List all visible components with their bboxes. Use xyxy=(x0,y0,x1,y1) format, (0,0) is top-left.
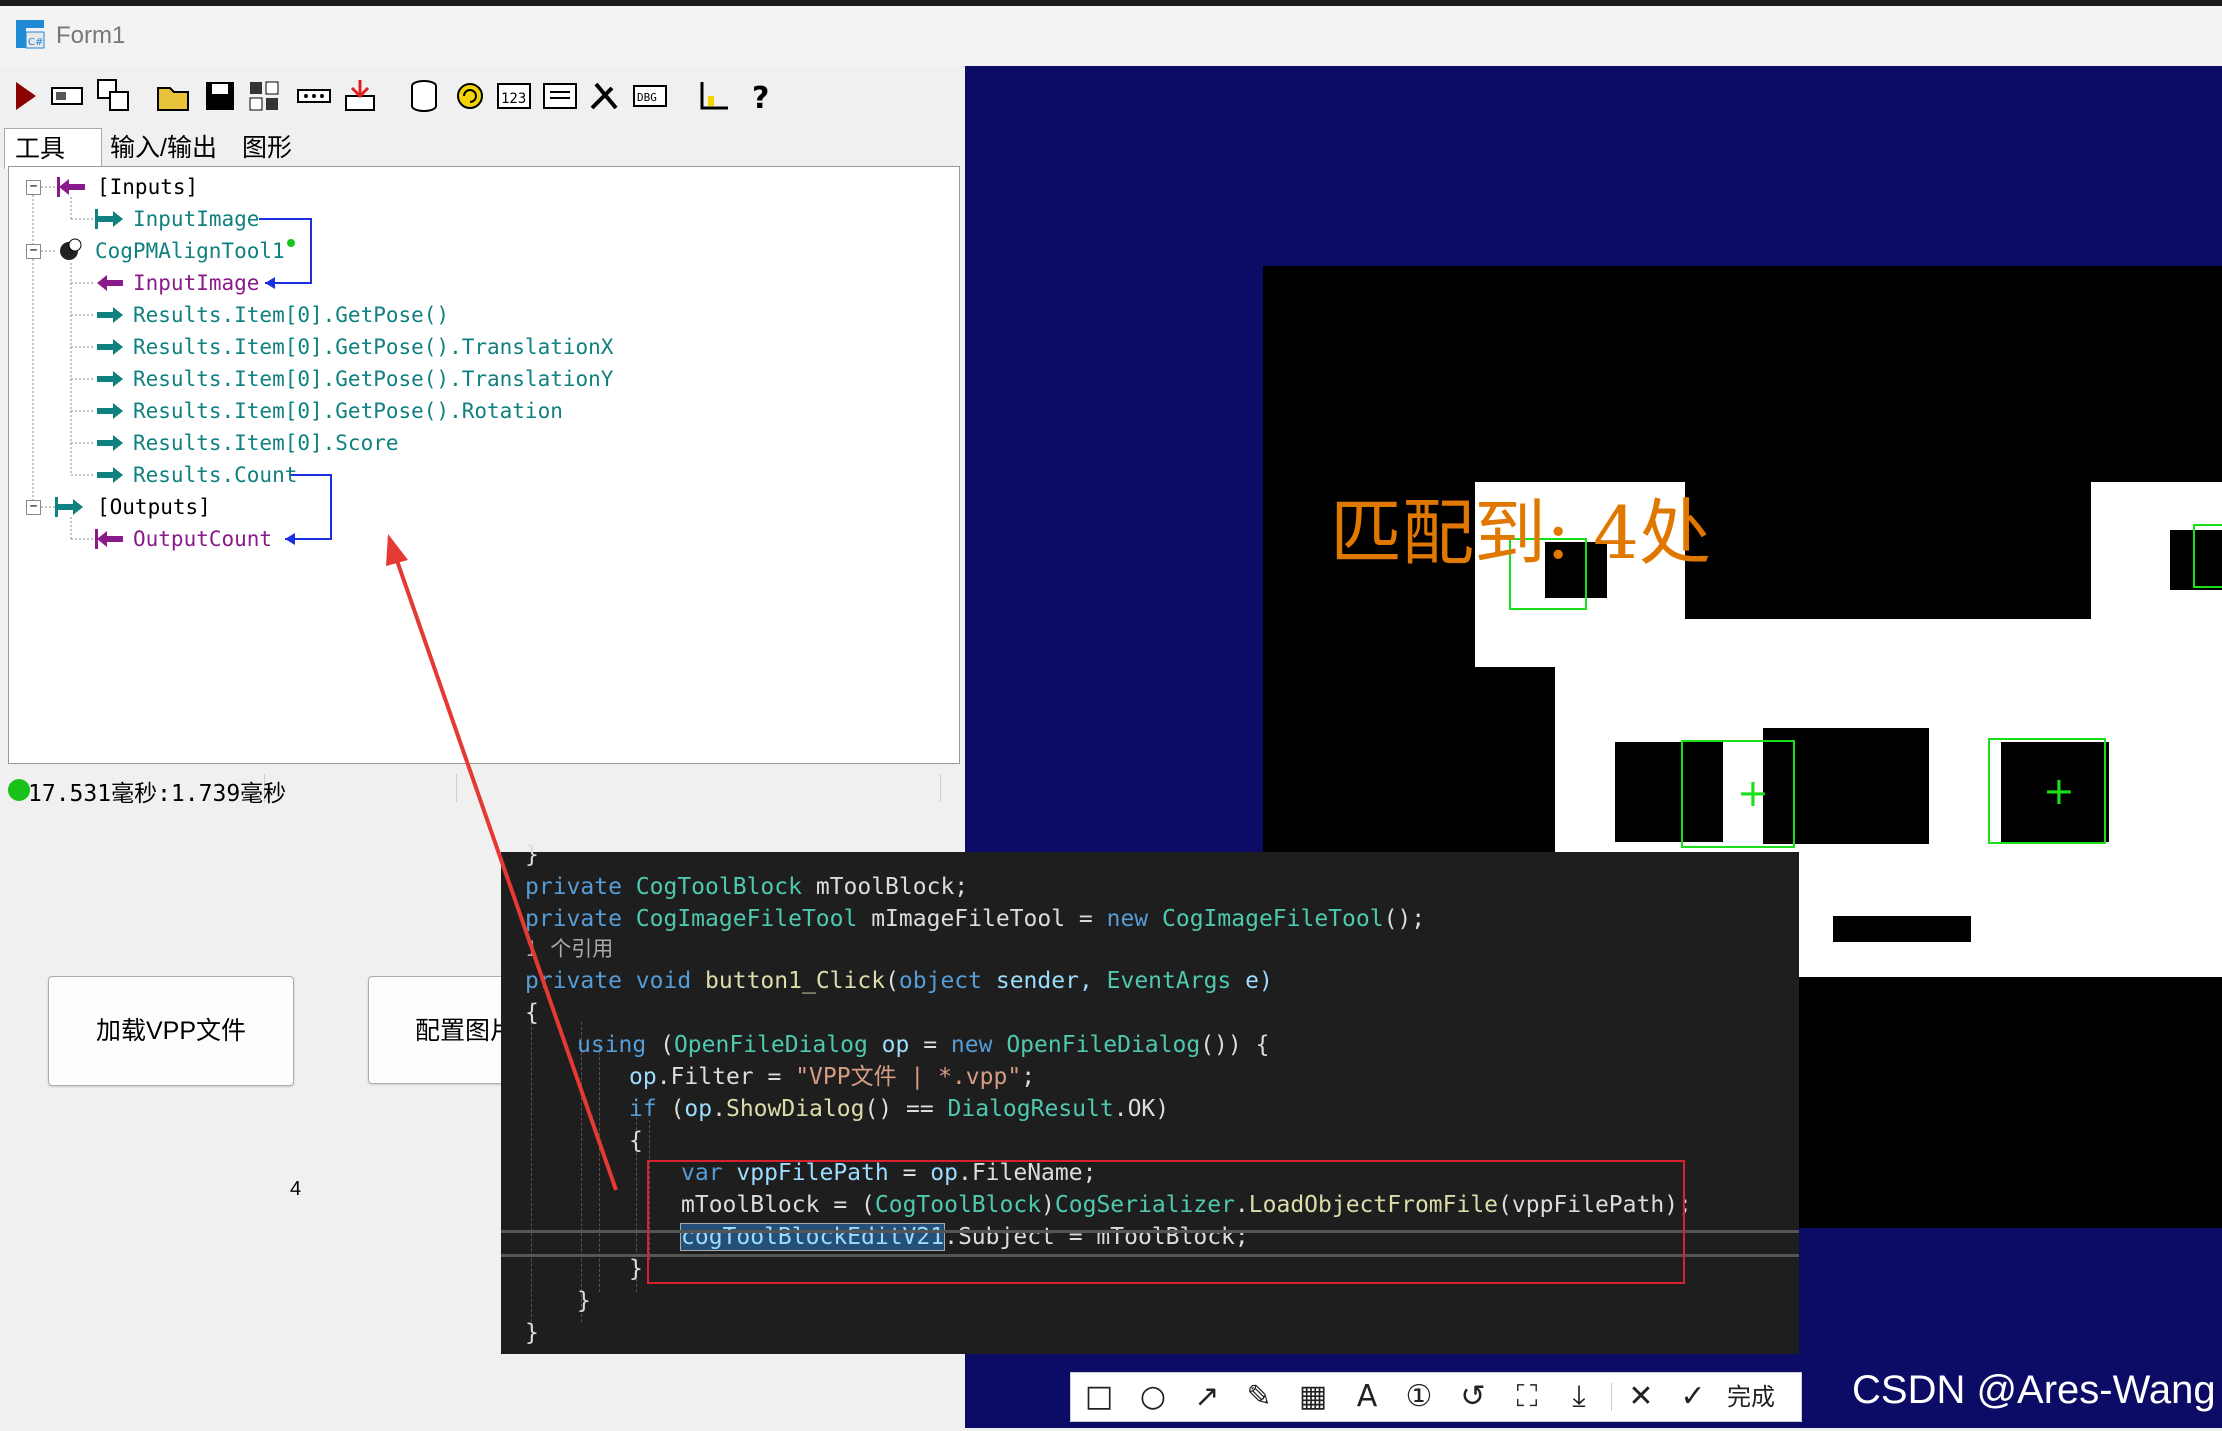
pen-tool-icon[interactable]: ✎ xyxy=(1241,1379,1277,1415)
text-tool-icon[interactable]: A xyxy=(1349,1379,1385,1415)
number-tool-icon[interactable]: ① xyxy=(1401,1379,1437,1415)
mosaic-tool-icon[interactable]: ▦ xyxy=(1295,1379,1331,1415)
watermark: CSDN @Ares-Wang xyxy=(1852,1368,2216,1412)
window-title: Form1 xyxy=(56,22,126,49)
tree-input-image[interactable]: InputImage xyxy=(133,205,259,233)
code-line: } xyxy=(629,1256,643,1282)
tree-inputs[interactable]: [Inputs] xyxy=(97,173,198,201)
count-label: 4 xyxy=(290,1178,302,1200)
svg-text:123: 123 xyxy=(501,91,526,107)
done-button[interactable]: 完成 xyxy=(1713,1379,1789,1415)
help-icon[interactable]: ? xyxy=(740,76,780,116)
undo-icon[interactable]: ↺ xyxy=(1455,1379,1491,1415)
code-line: op.Filter = "VPP文件 | *.vpp"; xyxy=(629,1064,1036,1090)
code-line: using (OpenFileDialog op = new OpenFileD… xyxy=(577,1032,1270,1058)
match-count-label: 匹配到: 4处 xyxy=(1330,491,1711,575)
refresh-icon[interactable] xyxy=(450,76,490,116)
match-box xyxy=(2193,524,2222,588)
app-icon: C# xyxy=(14,18,46,52)
tree-output-item[interactable]: Results.Item[0].Score xyxy=(133,429,399,457)
svg-text:DBG: DBG xyxy=(637,91,657,104)
match-center-icon: + xyxy=(2043,769,2075,813)
debug-icon[interactable]: DBG xyxy=(630,76,670,116)
tree-output-item[interactable]: Results.Item[0].GetPose().Rotation xyxy=(133,397,563,425)
annotation-arrow-icon xyxy=(386,534,618,1191)
code-line: } xyxy=(577,1288,591,1314)
tree-output-item[interactable]: Results.Item[0].GetPose().TranslationY xyxy=(133,365,613,393)
arrow-tool-icon[interactable]: ↗ xyxy=(1189,1379,1225,1415)
collapse-outputs-icon[interactable]: − xyxy=(26,500,41,515)
copy-icon[interactable] xyxy=(94,76,134,116)
ellipse-tool-icon[interactable]: ○ xyxy=(1135,1379,1171,1415)
collapse-tool-icon[interactable]: − xyxy=(26,244,41,259)
tree-output-item[interactable]: Results.Item[0].GetPose().TranslationX xyxy=(133,333,613,361)
tree-output-count[interactable]: OutputCount xyxy=(133,525,272,553)
black-region xyxy=(1833,916,1971,942)
dots-icon[interactable] xyxy=(294,76,334,116)
tree-output-item[interactable]: Results.Count xyxy=(133,461,297,489)
chart-icon[interactable] xyxy=(694,76,734,116)
save-icon[interactable] xyxy=(200,76,240,116)
status-indicator-icon xyxy=(8,779,30,801)
ocr-icon[interactable]: ⛶ xyxy=(1509,1379,1545,1415)
tab-tools[interactable]: 工具 xyxy=(4,128,102,169)
toolbar: 123 DBG ? xyxy=(0,66,962,124)
load-vpp-button[interactable]: 加载VPP文件 xyxy=(48,976,294,1086)
import-icon[interactable] xyxy=(340,76,380,116)
black-region xyxy=(1685,482,2091,619)
code-line: } xyxy=(525,1320,539,1346)
download-icon[interactable]: ⤓ xyxy=(1561,1379,1597,1415)
run-icon[interactable] xyxy=(6,76,46,116)
tab-graphics[interactable]: 图形 xyxy=(232,128,302,168)
tools-icon[interactable] xyxy=(584,76,624,116)
display-icon[interactable] xyxy=(48,76,88,116)
tree-tool-input-image[interactable]: InputImage xyxy=(133,269,259,297)
match-center-icon: + xyxy=(1737,771,1769,815)
title-bar xyxy=(0,6,2222,67)
tree-outputs[interactable]: [Outputs] xyxy=(97,493,211,521)
svg-text:?: ? xyxy=(752,81,769,116)
code-line: private CogImageFileTool mImageFileTool … xyxy=(525,906,1426,932)
tree-tool[interactable]: CogPMAlignTool1 xyxy=(95,237,285,265)
numeric-icon[interactable]: 123 xyxy=(494,76,534,116)
status-time: 17.531毫秒:1.739毫秒 xyxy=(28,781,287,807)
collapse-inputs-icon[interactable]: − xyxy=(26,180,41,195)
tab-io[interactable]: 输入/输出 xyxy=(100,128,227,168)
confirm-icon[interactable]: ✓ xyxy=(1675,1379,1711,1415)
highlight-box xyxy=(647,1160,1685,1284)
database-icon[interactable] xyxy=(404,76,444,116)
list-icon[interactable] xyxy=(540,76,580,116)
tab-bar: 工具 输入/输出 图形 xyxy=(0,124,962,169)
annotation-toolbar: □ ○ ↗ ✎ ▦ A ① ↺ ⛶ ⤓ ✕ ✓ 完成 xyxy=(1070,1372,1802,1422)
rect-tool-icon[interactable]: □ xyxy=(1081,1379,1117,1415)
open-folder-icon[interactable] xyxy=(154,76,194,116)
code-line: if (op.ShowDialog() == DialogResult.OK) xyxy=(629,1096,1170,1122)
grid-icon[interactable] xyxy=(244,76,284,116)
tree-output-item[interactable]: Results.Item[0].GetPose() xyxy=(133,301,449,329)
close-icon[interactable]: ✕ xyxy=(1623,1379,1659,1415)
svg-text:C#: C# xyxy=(28,37,43,48)
